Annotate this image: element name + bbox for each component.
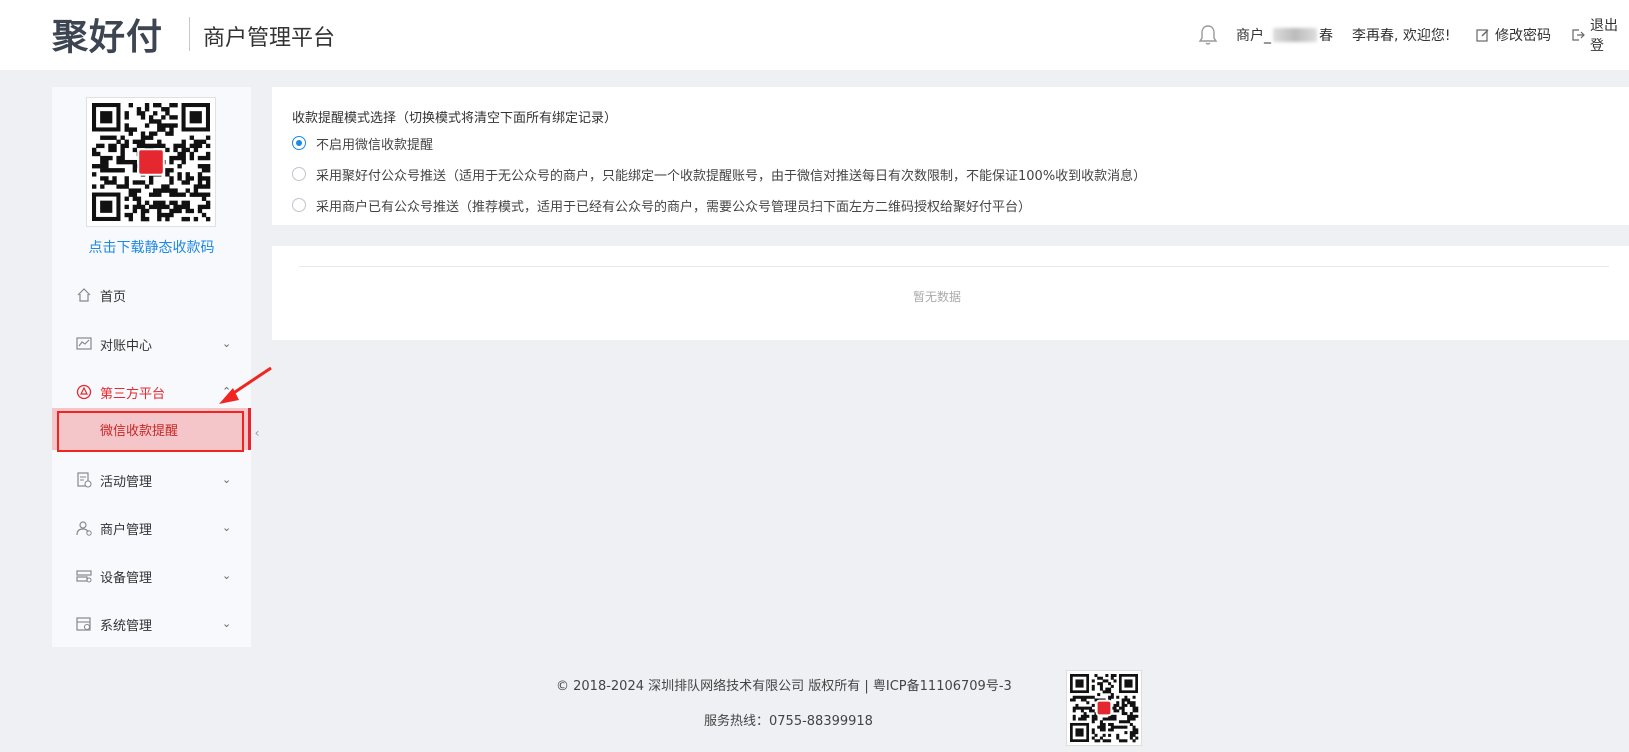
submenu-label: 微信收款提醒	[100, 424, 179, 439]
sidebar-item-activity[interactable]: 活动管理 ⌄	[52, 460, 251, 500]
reminder-mode-panel: 收款提醒模式选择（切换模式将清空下面所有绑定记录） 不启用微信收款提醒 采用聚好…	[272, 87, 1629, 225]
chevron-down-icon: ⌄	[222, 617, 232, 630]
sidebar-item-label: 活动管理	[100, 474, 153, 490]
submenu-wechat-reminder[interactable]: 微信收款提醒	[52, 408, 251, 450]
logout-icon	[1571, 28, 1585, 42]
qr-image	[1070, 674, 1139, 743]
merchant-name: 商户_ 春	[1236, 24, 1333, 46]
radio[interactable]	[292, 198, 306, 212]
empty-state: 暂无数据	[912, 290, 961, 304]
annotation-arrow-icon	[219, 366, 272, 404]
blurred-name	[1273, 28, 1317, 42]
chevron-down-icon: ⌄	[222, 473, 232, 486]
logo-text: 聚好付	[52, 17, 164, 58]
platform-name: 商户管理平台	[203, 26, 336, 51]
table-header-divider	[299, 266, 1609, 267]
notification-bell-icon[interactable]	[1198, 24, 1218, 46]
platform-icon	[76, 384, 92, 400]
edit-icon	[1476, 28, 1490, 42]
sidebar-item-home[interactable]: 首页	[52, 275, 251, 315]
footer-hotline: 服务热线：0755-88399918	[704, 714, 873, 729]
sidebar-item-merchant[interactable]: 商户管理 ⌄	[52, 508, 251, 548]
download-qr-link[interactable]: 点击下载静态收款码	[52, 237, 251, 257]
sidebar-item-reconciliation[interactable]: 对账中心 ⌄	[52, 324, 251, 364]
static-qr-code[interactable]	[86, 97, 216, 227]
chevron-down-icon: ⌄	[222, 521, 232, 534]
option-label: 采用商户已有公众号推送（推荐模式，适用于已经有公众号的商户，需要公众号管理员扫下…	[316, 199, 1032, 215]
device-icon	[76, 568, 92, 584]
chevron-down-icon: ⌄	[222, 569, 232, 582]
logo: 聚好付	[52, 14, 163, 58]
home-icon	[76, 287, 92, 303]
logout-label: 退出登	[1590, 18, 1618, 54]
sidebar-item-label: 系统管理	[100, 618, 153, 634]
qr-image	[92, 103, 211, 222]
option-label: 不启用微信收款提醒	[316, 137, 434, 153]
chart-icon	[76, 336, 92, 352]
top-header: 聚好付 商户管理平台 商户_ 春 李再春, 欢迎您! 修改密码 退出登	[0, 0, 1629, 70]
option-merchant-public[interactable]: 采用商户已有公众号推送（推荐模式，适用于已经有公众号的商户，需要公众号管理员扫下…	[292, 195, 1031, 215]
sidebar-item-label: 对账中心	[100, 338, 153, 354]
option-label: 采用聚好付公众号推送（适用于无公众号的商户，只能绑定一个收款提醒账号，由于微信对…	[316, 168, 1147, 184]
sidebar-item-device[interactable]: 设备管理 ⌄	[52, 556, 251, 596]
logo-divider	[189, 17, 190, 51]
footer-copyright: © 2018-2024 深圳排队网络技术有限公司 版权所有 | 粤ICP备111…	[556, 679, 1012, 694]
merchant-prefix: 商户_	[1236, 28, 1271, 44]
sidebar-item-system[interactable]: 系统管理 ⌄	[52, 604, 251, 644]
settings-icon	[76, 616, 92, 632]
sidebar-collapse-handle[interactable]: ‹	[251, 415, 263, 451]
chevron-down-icon: ⌄	[222, 337, 232, 350]
change-password-label: 修改密码	[1495, 28, 1551, 44]
sidebar-item-label: 商户管理	[100, 522, 153, 538]
welcome-text: 李再春, 欢迎您!	[1352, 28, 1451, 44]
footer-qr-code	[1066, 670, 1142, 746]
binding-records-panel: 暂无数据	[272, 246, 1629, 340]
user-icon	[76, 520, 92, 536]
option-disable[interactable]: 不启用微信收款提醒	[292, 133, 433, 153]
sidebar-item-label: 第三方平台	[100, 386, 166, 402]
merchant-suffix: 春	[1319, 28, 1333, 44]
option-jhf-public[interactable]: 采用聚好付公众号推送（适用于无公众号的商户，只能绑定一个收款提醒账号，由于微信对…	[292, 164, 1146, 184]
sidebar-item-label: 设备管理	[100, 570, 153, 586]
mode-title: 收款提醒模式选择（切换模式将清空下面所有绑定记录）	[292, 111, 618, 126]
radio[interactable]	[292, 167, 306, 181]
radio-checked[interactable]	[292, 136, 306, 150]
logout-link[interactable]: 退出登	[1571, 18, 1629, 54]
sidebar-item-label: 首页	[100, 289, 127, 305]
activity-icon	[76, 472, 92, 488]
change-password-link[interactable]: 修改密码	[1476, 24, 1551, 46]
